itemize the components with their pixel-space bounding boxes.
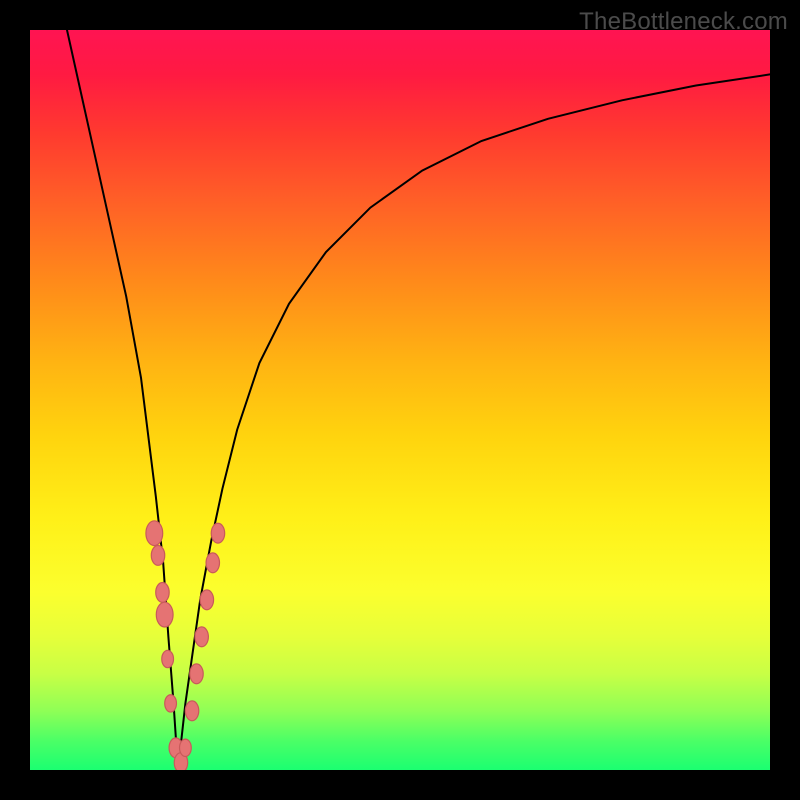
sample-point xyxy=(185,701,198,721)
chart-svg xyxy=(30,30,770,770)
watermark-text: TheBottleneck.com xyxy=(579,8,788,36)
sample-point xyxy=(200,590,213,610)
sample-points-group xyxy=(146,521,225,770)
chart-frame: TheBottleneck.com xyxy=(0,0,800,800)
sample-point xyxy=(162,650,174,667)
sample-point xyxy=(151,545,164,565)
sample-point xyxy=(156,582,169,602)
sample-point xyxy=(206,553,219,573)
sample-point xyxy=(190,664,203,684)
sample-point xyxy=(211,523,224,543)
plot-area xyxy=(30,30,770,770)
sample-point xyxy=(165,695,177,712)
sample-point xyxy=(180,739,192,756)
sample-point xyxy=(156,602,173,627)
sample-point xyxy=(195,627,208,647)
sample-point xyxy=(146,521,163,546)
